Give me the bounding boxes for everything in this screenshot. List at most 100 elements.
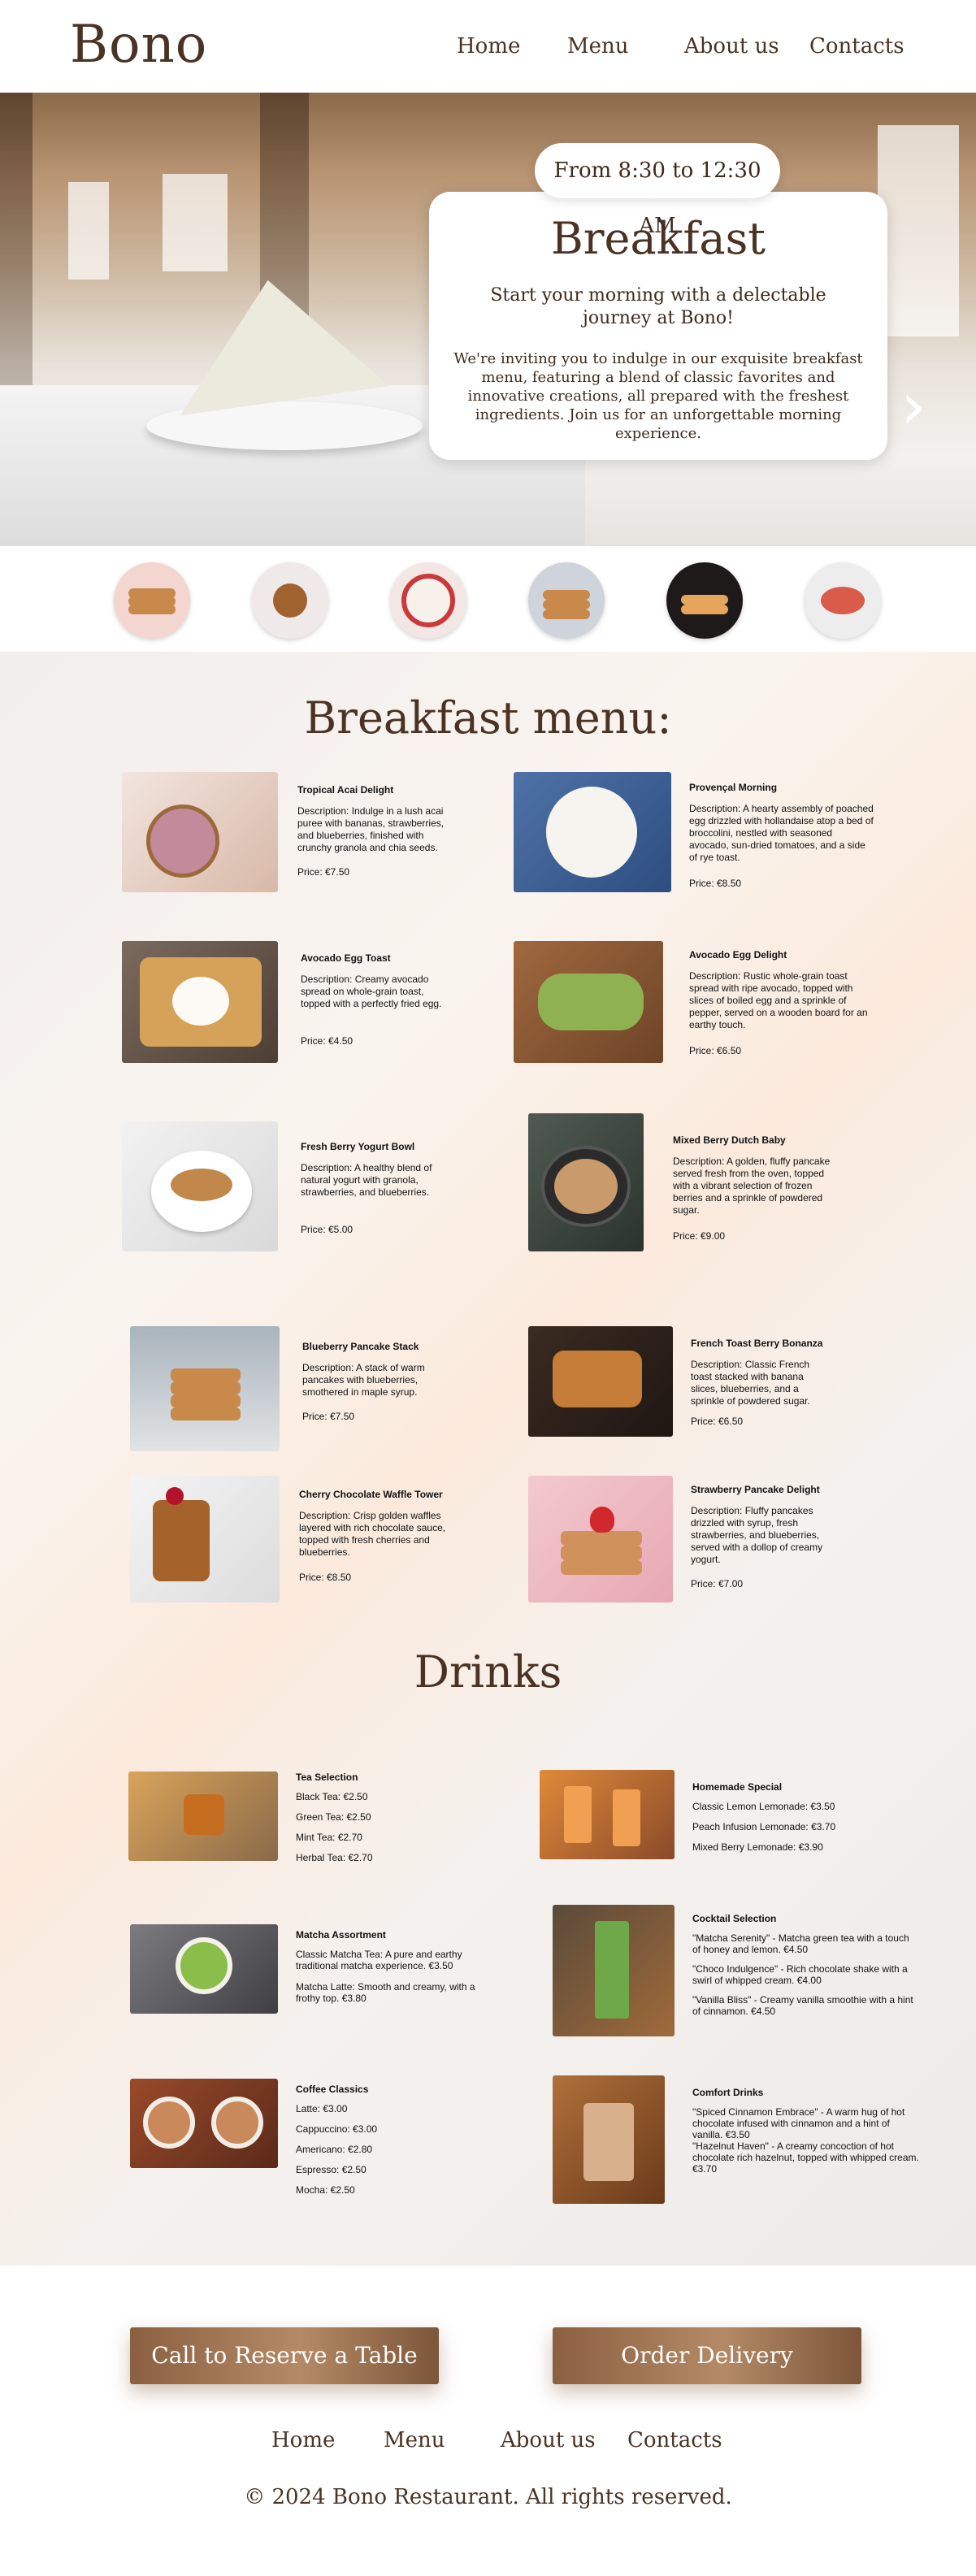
dish-thumbnail-strip [0, 546, 976, 652]
item-name: Avocado Egg Delight [689, 949, 787, 961]
matcha-cup-shape [176, 1937, 232, 1994]
footer-nav-home[interactable]: Home [271, 2428, 335, 2452]
coffee-cup-shape [211, 2097, 263, 2149]
item-description: Description: A hearty assembly of poache… [689, 803, 874, 863]
hero-subtitle: Start your morning with a delectable jou… [490, 285, 826, 328]
strawberry-shape [590, 1507, 614, 1533]
yogurt-bowl-image [122, 1121, 278, 1251]
pancake-shape [171, 1394, 241, 1407]
hero-window [68, 182, 109, 280]
item-description: Description: Crisp golden waffles layere… [299, 1510, 446, 1558]
drink-line: Cappuccino: €3.00 [296, 2123, 378, 2135]
drink-line: Green Tea: €2.50 [296, 1811, 371, 1823]
drink-line: Mocha: €2.50 [296, 2184, 355, 2196]
thumbnail-fruit-dish[interactable] [805, 562, 881, 639]
drink-line: Mint Tea: €2.70 [296, 1832, 362, 1843]
drink-line: "Hazelnut Haven" - A creamy concoction o… [692, 2140, 919, 2175]
item-description: Description: Rustic whole-grain toast sp… [689, 970, 868, 1030]
avocado-egg-image [514, 941, 663, 1063]
thumbnail-pancakes[interactable] [114, 562, 190, 639]
toast-shape [553, 1351, 642, 1407]
drink-line: Matcha Latte: Smooth and creamy, with a … [296, 1981, 475, 2004]
pancake-shape [681, 595, 728, 605]
item-description: Description: Classic French toast stacke… [691, 1359, 810, 1407]
breakfast-menu-title: Breakfast menu: [304, 692, 672, 744]
drinks-title: Drinks [414, 1646, 562, 1698]
item-name: Cherry Chocolate Waffle Tower [299, 1489, 443, 1500]
pancake-shape [561, 1531, 642, 1546]
item-name: Strawberry Pancake Delight [691, 1484, 820, 1495]
pancake-shape [171, 1407, 241, 1420]
item-name: Blueberry Pancake Stack [302, 1341, 419, 1352]
bowl-shape [146, 804, 219, 878]
drink-line: "Spiced Cinnamon Embrace" - A warm hug o… [692, 2106, 905, 2140]
waffle-tower-image [130, 1476, 280, 1602]
item-description: Description: A stack of warm pancakes wi… [302, 1362, 425, 1398]
item-price: Price: €6.50 [691, 1416, 744, 1427]
drink-line: Classic Matcha Tea: A pure and earthy tr… [296, 1949, 462, 1971]
pancake-shape [554, 1159, 618, 1214]
item-name: Fresh Berry Yogurt Bowl [301, 1141, 415, 1152]
logo[interactable]: Bono [70, 15, 207, 75]
item-price: Price: €6.50 [689, 1045, 742, 1056]
drink-category-name: Matcha Assortment [296, 1929, 386, 1941]
pancake-shape [171, 1368, 241, 1381]
order-delivery-button[interactable]: Order Delivery [553, 2327, 861, 2384]
hero-description: We're inviting you to indulge in our exq… [453, 350, 863, 442]
reserve-table-button[interactable]: Call to Reserve a Table [130, 2327, 439, 2384]
plate-shape [546, 787, 637, 878]
pancake-shape [561, 1560, 642, 1575]
drink-line: Americano: €2.80 [296, 2144, 373, 2155]
thumbnail-strawberry-pancakes[interactable] [666, 562, 743, 639]
item-description: Description: A golden, fluffy pancake se… [673, 1156, 831, 1216]
footer-nav-contacts[interactable]: Contacts [627, 2428, 722, 2452]
glass-shape [595, 1921, 629, 2019]
drink-category-name: Homemade Special [692, 1781, 783, 1793]
item-price: Price: €8.50 [299, 1572, 352, 1583]
nav-about[interactable]: About us [684, 34, 779, 59]
nav-home[interactable]: Home [457, 34, 520, 59]
drink-line: "Choco Indulgence" - Rich chocolate shak… [692, 1963, 908, 1986]
coffee-image [130, 2079, 278, 2168]
item-description: Description: Creamy avocado spread on wh… [301, 974, 442, 1009]
footer-nav-menu[interactable]: Menu [384, 2428, 445, 2452]
drink-line: "Matcha Serenity" - Matcha green tea wit… [692, 1932, 909, 1955]
item-name: Avocado Egg Toast [301, 952, 391, 964]
provencal-plate-image [514, 772, 671, 892]
drink-line: Latte: €3.00 [296, 2103, 348, 2114]
avocado-shape [538, 974, 644, 1030]
pancake-shape [543, 600, 590, 609]
item-name: French Toast Berry Bonanza [691, 1338, 823, 1349]
hot-chocolate-image [553, 2075, 665, 2204]
tea-cup-shape [184, 1794, 224, 1835]
avocado-toast-image [122, 941, 278, 1063]
pancake-shape [128, 588, 176, 598]
drink-category-name: Tea Selection [296, 1772, 358, 1783]
french-toast-image [528, 1326, 673, 1437]
site-footer: Call to Reserve a Table Order Delivery H… [0, 2266, 976, 2576]
egg-shape [172, 977, 229, 1026]
drink-line: Classic Lemon Lemonade: €3.50 [692, 1801, 835, 1812]
nav-menu[interactable]: Menu [567, 34, 629, 59]
thumbnail-waffles[interactable] [252, 562, 328, 639]
matcha-image [130, 1924, 278, 2014]
granola-shape [171, 1169, 232, 1201]
cherry-shape [166, 1487, 184, 1505]
thumbnail-berry-bowl[interactable] [390, 562, 466, 639]
item-name: Provençal Morning [689, 782, 778, 793]
drink-line: Black Tea: €2.50 [296, 1791, 368, 1802]
footer-nav-about[interactable]: About us [501, 2428, 596, 2452]
pancake-shape [561, 1546, 642, 1560]
hours-badge: From 8:30 to 12:30 AM [535, 143, 780, 238]
menu-section: Breakfast menu: Tropical Acai Delight De… [0, 652, 976, 2266]
bowl-shape [401, 574, 455, 627]
thumbnail-blueberry-pancakes[interactable] [528, 562, 605, 639]
pancake-shape [171, 1381, 241, 1394]
drink-line: Espresso: €2.50 [296, 2164, 367, 2175]
tea-image [128, 1772, 278, 1861]
chevron-right-icon[interactable]: › [900, 374, 941, 439]
drink-category-name: Coffee Classics [296, 2084, 369, 2095]
nav-contacts[interactable]: Contacts [809, 34, 904, 59]
glass-shape [564, 1786, 592, 1843]
blueberry-pancakes-image [130, 1326, 280, 1451]
